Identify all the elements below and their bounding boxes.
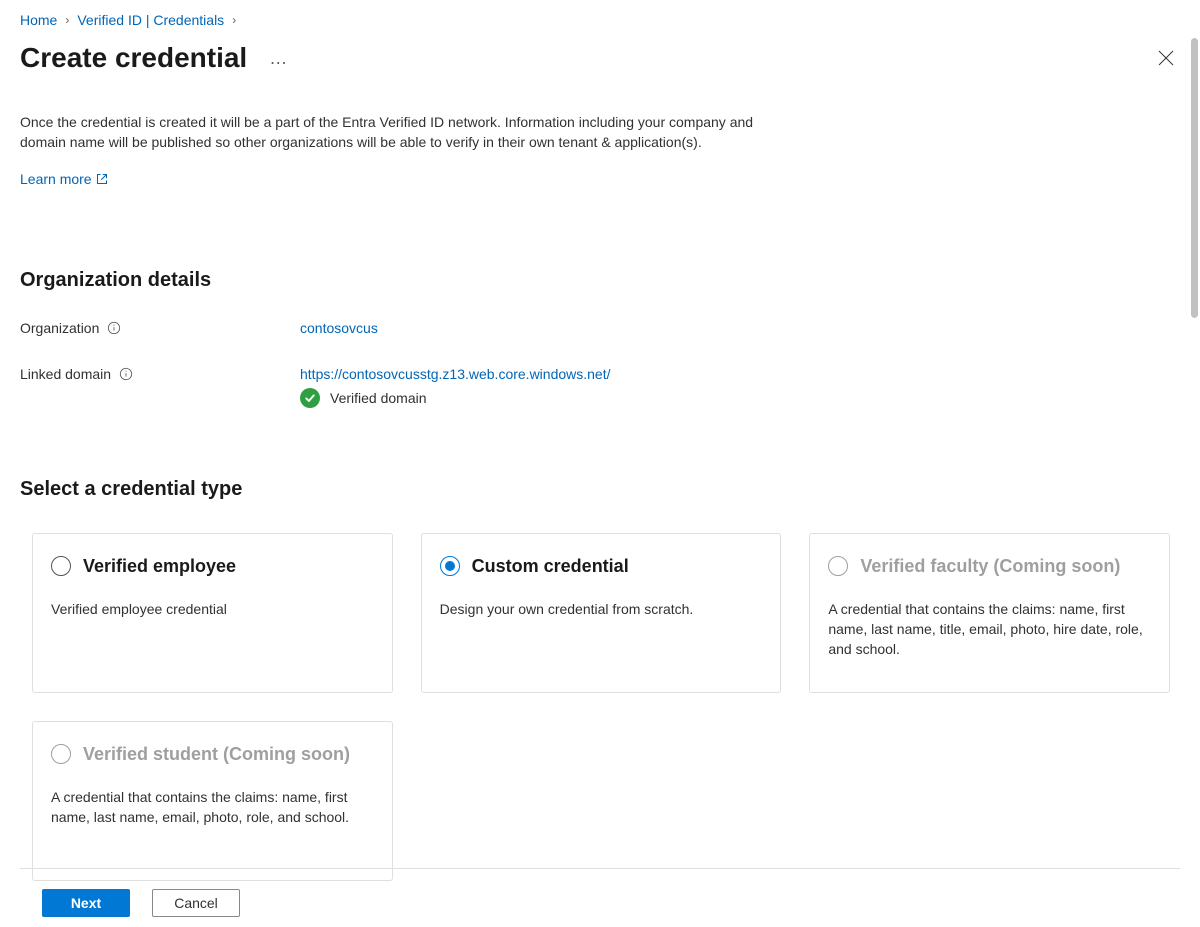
org-details-heading: Organization details [20,269,1180,292]
card-description: Design your own credential from scratch. [440,599,763,619]
learn-more-label: Learn more [20,171,92,187]
radio-verified-faculty [828,556,848,576]
card-title: Verified employee [83,556,236,577]
close-icon [1158,50,1174,66]
next-button[interactable]: Next [42,889,130,917]
info-icon[interactable] [119,367,133,381]
breadcrumb-verified-id[interactable]: Verified ID | Credentials [77,12,224,28]
card-title: Verified student (Coming soon) [83,744,350,765]
info-icon[interactable] [107,321,121,335]
radio-custom-credential[interactable] [440,556,460,576]
credential-card-verified-faculty: Verified faculty (Coming soon) A credenti… [809,533,1170,693]
verified-check-icon [300,388,320,408]
card-title: Custom credential [472,556,629,577]
credential-type-grid: Verified employee Verified employee crede… [20,533,1170,881]
breadcrumb-home[interactable]: Home [20,12,57,28]
footer-actions: Next Cancel [20,868,1180,917]
credential-card-custom-credential[interactable]: Custom credential Design your own credent… [421,533,782,693]
cancel-button[interactable]: Cancel [152,889,240,917]
chevron-right-icon: › [65,13,69,27]
organization-value-link[interactable]: contosovcus [300,320,378,336]
card-description: A credential that contains the claims: n… [51,787,374,828]
verified-domain-text: Verified domain [330,390,427,406]
card-head: Verified faculty (Coming soon) [828,556,1151,577]
radio-verified-student [51,744,71,764]
organization-label-text: Organization [20,320,99,336]
scrollbar-track[interactable] [1188,38,1200,927]
verified-domain-row: Verified domain [300,388,1180,408]
linked-domain-value-link[interactable]: https://contosovcusstg.z13.web.core.wind… [300,366,611,382]
linked-domain-label-text: Linked domain [20,366,111,382]
credential-card-verified-student: Verified student (Coming soon) A credenti… [32,721,393,881]
close-button[interactable] [1152,44,1180,72]
card-head: Verified student (Coming soon) [51,744,374,765]
organization-label: Organization [20,320,300,336]
breadcrumb: Home › Verified ID | Credentials › [20,12,1180,28]
credential-card-verified-employee[interactable]: Verified employee Verified employee crede… [32,533,393,693]
card-description: A credential that contains the claims: n… [828,599,1151,660]
card-head: Verified employee [51,556,374,577]
chevron-right-icon: › [232,13,236,27]
page-title: Create credential [20,42,247,74]
intro-text: Once the credential is created it will b… [20,112,800,153]
scrollbar-thumb[interactable] [1191,38,1198,318]
card-title: Verified faculty (Coming soon) [860,556,1120,577]
learn-more-link[interactable]: Learn more [20,171,108,187]
title-row: Create credential … [20,42,1180,74]
radio-verified-employee[interactable] [51,556,71,576]
card-head: Custom credential [440,556,763,577]
card-description: Verified employee credential [51,599,374,619]
more-actions-button[interactable]: … [265,45,293,71]
linked-domain-label: Linked domain [20,366,300,382]
select-type-heading: Select a credential type [20,478,1180,501]
external-link-icon [96,173,108,185]
